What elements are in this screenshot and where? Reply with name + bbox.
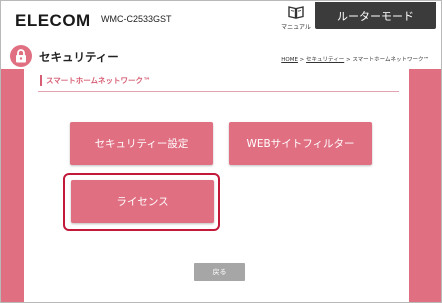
book-icon — [288, 6, 304, 19]
section-header: セキュリティー HOME > セキュリティー > スマートホームネットワーク™ — [1, 37, 441, 73]
breadcrumb-current: スマートホームネットワーク™ — [352, 57, 429, 63]
divider — [38, 91, 399, 92]
app-window: ELECOM WMC-C2533GST マニュアル ルーターモード セキュリティ… — [0, 0, 442, 303]
content-panel: スマートホームネットワーク™ セキュリティー設定 WEBサイトフィルター ライセ… — [24, 69, 409, 302]
back-button[interactable]: 戻る — [194, 263, 245, 281]
panel-title: スマートホームネットワーク™ — [40, 75, 151, 86]
breadcrumb-home-link[interactable]: HOME — [281, 57, 298, 63]
manual-label: マニュアル — [281, 24, 311, 31]
license-button[interactable]: ライセンス — [71, 180, 214, 223]
manual-button[interactable]: マニュアル — [279, 4, 313, 31]
router-mode-button[interactable]: ルーターモード — [315, 2, 436, 29]
page-title: セキュリティー — [39, 50, 119, 64]
breadcrumb-security-link[interactable]: セキュリティー — [306, 57, 344, 63]
lock-icon — [16, 49, 26, 63]
breadcrumb: HOME > セキュリティー > スマートホームネットワーク™ — [281, 55, 429, 63]
lock-badge — [10, 45, 32, 67]
breadcrumb-separator: > — [297, 57, 307, 63]
elecom-logo: ELECOM — [15, 11, 91, 30]
web-filter-button[interactable]: WEBサイトフィルター — [229, 122, 372, 165]
model-name: WMC-C2533GST — [101, 14, 172, 24]
security-settings-button[interactable]: セキュリティー設定 — [70, 122, 213, 165]
